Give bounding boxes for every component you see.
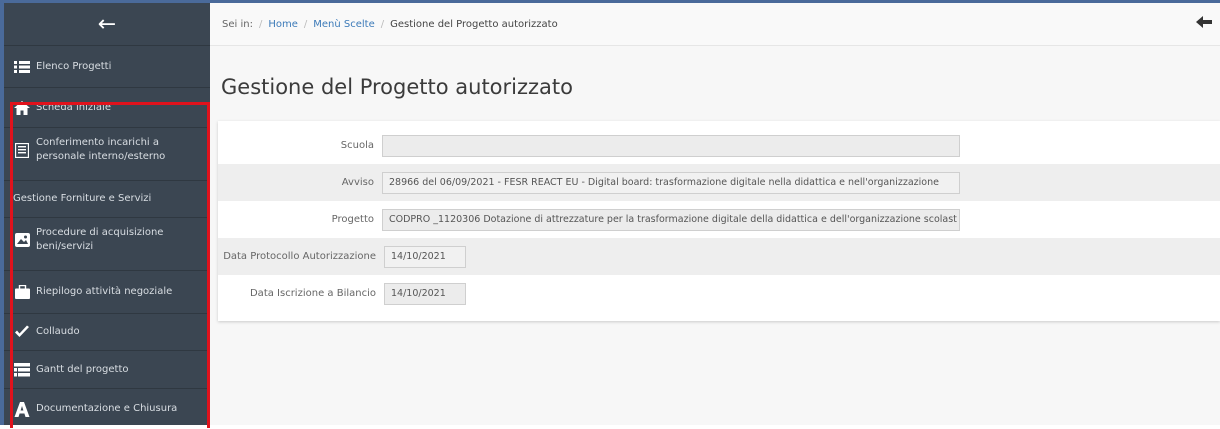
field-label: Progetto — [331, 214, 374, 225]
list-icon — [13, 59, 31, 75]
sidebar-item-label: Gantt del progetto — [36, 363, 129, 375]
project-details-panel: Scuola Avviso 28966 del 06/09/2021 - FES… — [218, 121, 1220, 321]
sidebar-item-scheda-iniziale[interactable]: Scheda iniziale — [4, 88, 210, 128]
field-row-scuola: Scuola — [218, 127, 1220, 164]
document-icon — [13, 142, 31, 158]
field-label: Data Iscrizione a Bilancio — [249, 288, 376, 299]
field-label: Data Protocollo Autorizzazione — [223, 251, 376, 262]
table-icon — [13, 362, 31, 378]
breadcrumb-separator: / — [380, 18, 385, 30]
sidebar: ← Elenco Progetti Scheda iniziale Confer… — [0, 3, 210, 428]
field-label: Avviso — [341, 177, 374, 188]
sidebar-item-label: Conferimento incarichi a personale inter… — [36, 137, 166, 162]
breadcrumb-current: Gestione del Progetto autorizzato — [390, 18, 558, 30]
page-title: Gestione del Progetto autorizzato — [221, 75, 573, 99]
field-row-data-protocollo: Data Protocollo Autorizzazione 14/10/202… — [218, 238, 1220, 275]
back-arrow-button[interactable] — [1196, 13, 1212, 34]
app-frame: ← Elenco Progetti Scheda iniziale Confer… — [0, 0, 1220, 428]
check-icon — [13, 324, 31, 340]
breadcrumb-separator: / — [303, 18, 308, 30]
sidebar-item-elenco-progetti[interactable]: Elenco Progetti — [4, 46, 210, 88]
sidebar-item-conferimento-incarichi[interactable]: Conferimento incarichi a personale inter… — [4, 128, 210, 181]
arrow-left-icon: ← — [97, 11, 117, 37]
sidebar-item-label: Documentazione e Chiusura — [36, 403, 178, 414]
main-content: Sei in: / Home / Menù Scelte / Gestione … — [210, 3, 1220, 425]
data-protocollo-field[interactable]: 14/10/2021 — [384, 245, 466, 268]
sidebar-item-riepilogo-attivita[interactable]: Riepilogo attività negoziale — [4, 271, 210, 314]
sidebar-collapse-button[interactable]: ← — [4, 3, 210, 46]
field-row-data-iscrizione: Data Iscrizione a Bilancio 14/10/2021 — [218, 275, 1220, 312]
progetto-field[interactable]: CODPRO _1120306 Dotazione di attrezzatur… — [382, 208, 960, 231]
breadcrumb-menu-link[interactable]: Menù Scelte — [313, 19, 374, 30]
sidebar-item-label: Scheda iniziale — [36, 101, 111, 113]
sidebar-item-procedure-acquisizione[interactable]: Procedure di acquisizione beni/servizi — [4, 218, 210, 271]
sidebar-item-gestione-forniture[interactable]: Gestione Forniture e Servizi — [4, 181, 210, 218]
breadcrumb-separator: / — [258, 18, 263, 30]
sidebar-item-label: Collaudo — [36, 326, 80, 337]
breadcrumb: Sei in: / Home / Menù Scelte / Gestione … — [210, 3, 1220, 46]
field-row-progetto: Progetto CODPRO _1120306 Dotazione di at… — [218, 201, 1220, 238]
data-iscrizione-field[interactable]: 14/10/2021 — [384, 282, 466, 305]
breadcrumb-prefix: Sei in: — [222, 18, 253, 30]
sidebar-item-label: Riepilogo attività negoziale — [36, 286, 173, 297]
sidebar-item-gantt[interactable]: Gantt del progetto — [4, 351, 210, 389]
sidebar-item-label: Gestione Forniture e Servizi — [13, 193, 152, 204]
font-icon — [13, 401, 31, 417]
briefcase-icon — [13, 284, 31, 300]
home-icon — [13, 100, 31, 116]
field-row-avviso: Avviso 28966 del 06/09/2021 - FESR REACT… — [218, 164, 1220, 201]
sidebar-item-documentazione[interactable]: Documentazione e Chiusura — [4, 389, 210, 429]
image-icon — [13, 232, 31, 248]
sidebar-item-label: Elenco Progetti — [36, 60, 112, 72]
field-label: Scuola — [340, 140, 374, 151]
avviso-field[interactable]: 28966 del 06/09/2021 - FESR REACT EU - D… — [382, 171, 960, 194]
breadcrumb-home-link[interactable]: Home — [268, 19, 298, 30]
scuola-field[interactable] — [382, 134, 960, 157]
sidebar-item-label: Procedure di acquisizione beni/servizi — [36, 227, 164, 252]
arrow-left-icon — [1196, 16, 1212, 28]
sidebar-item-collaudo[interactable]: Collaudo — [4, 314, 210, 351]
